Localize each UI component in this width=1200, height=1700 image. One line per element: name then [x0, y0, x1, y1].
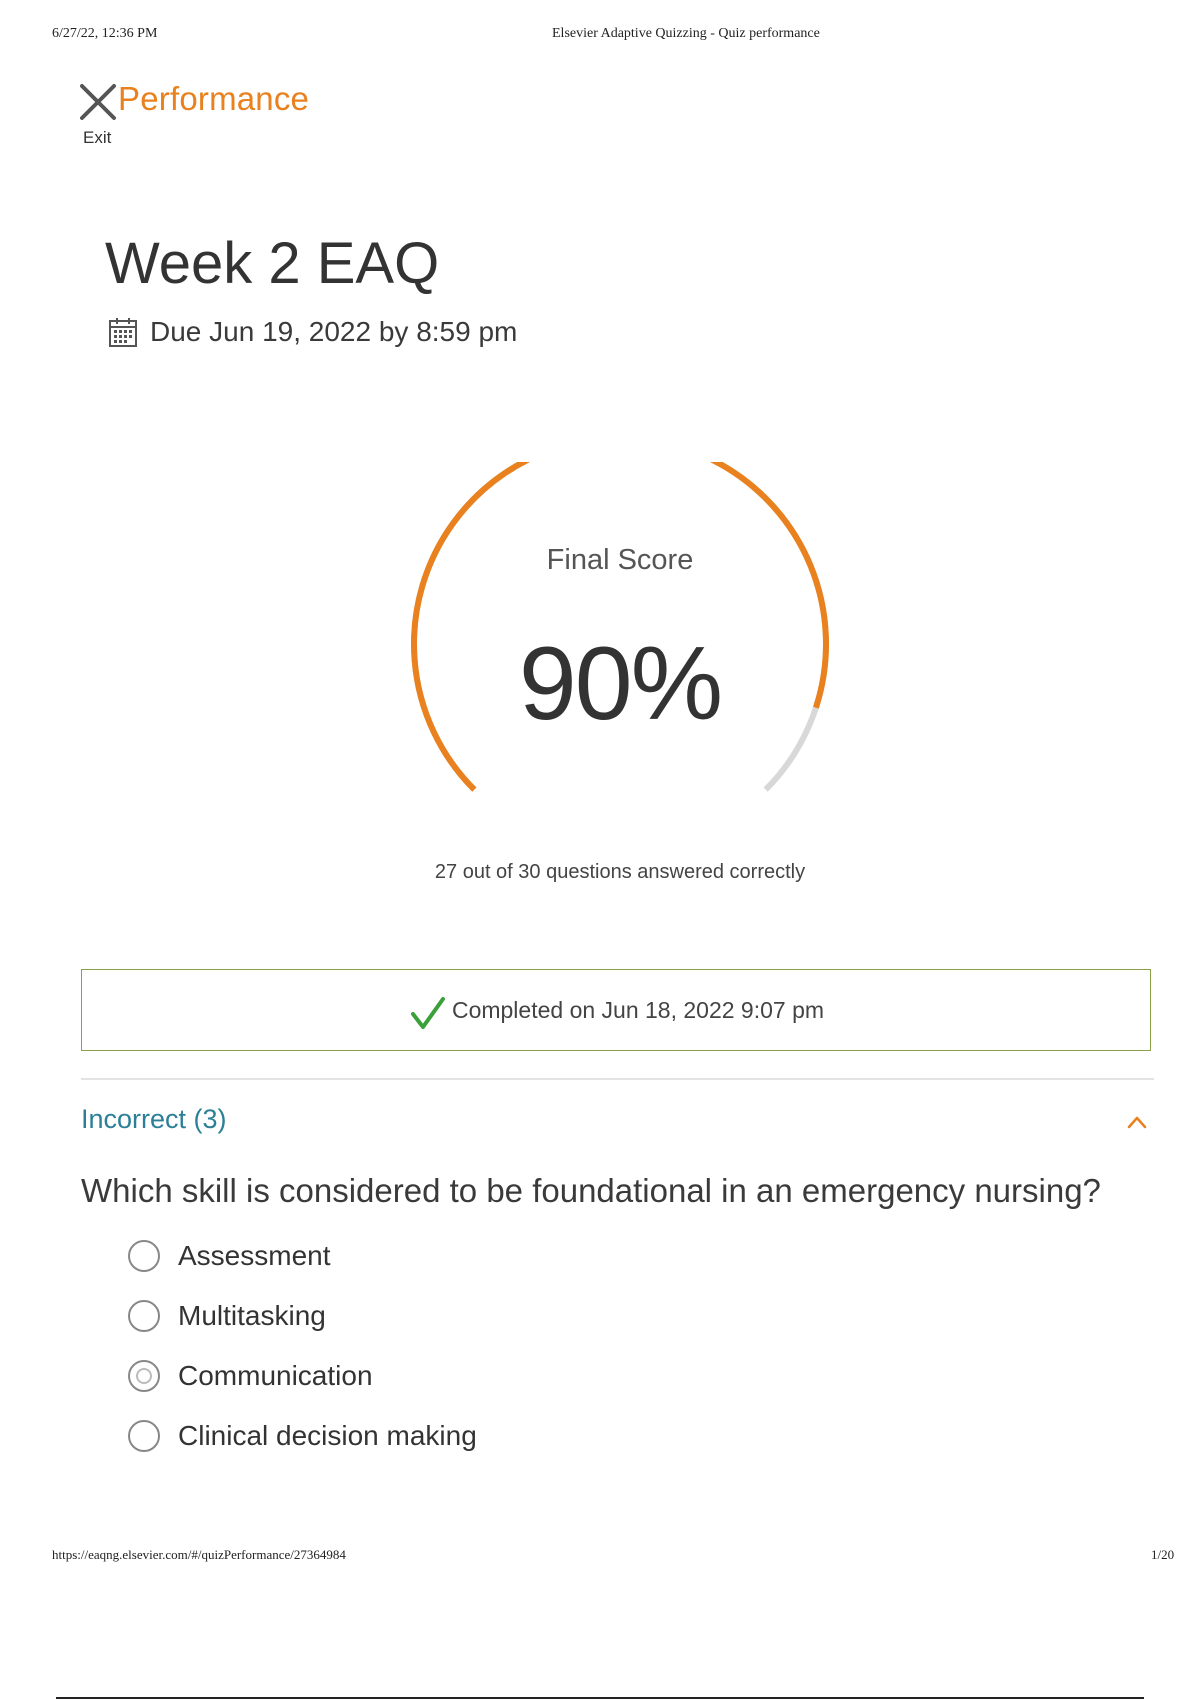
final-score-label: Final Score — [546, 544, 694, 576]
final-score-value: 90% — [518, 626, 723, 742]
completion-text: Completed on Jun 18, 2022 9:07 pm — [451, 996, 825, 1023]
exit-label: Exit — [83, 128, 112, 147]
answer-option-label: Assessment — [178, 1240, 331, 1271]
check-icon — [410, 997, 445, 1029]
radio-button[interactable] — [128, 1240, 160, 1272]
answer-option[interactable]: Communication — [128, 1346, 477, 1406]
answer-option[interactable]: Assessment — [128, 1226, 477, 1286]
answer-option-label: Clinical decision making — [178, 1420, 477, 1451]
section-divider — [81, 1078, 1154, 1080]
question-text: Which skill is considered to be foundati… — [81, 1172, 1101, 1209]
due-date: Due Jun 19, 2022 by 8:59 pm — [108, 312, 517, 352]
incorrect-section-toggle[interactable]: Incorrect (3) — [81, 1104, 1154, 1144]
chevron-up-icon — [1127, 1116, 1147, 1129]
completion-banner: Completed on Jun 18, 2022 9:07 pm — [81, 969, 1151, 1051]
close-icon — [80, 84, 116, 120]
answer-option[interactable]: Multitasking — [128, 1286, 477, 1346]
incorrect-section-label: Incorrect (3) — [81, 1104, 227, 1134]
correct-count-text: 27 out of 30 questions answered correctl… — [434, 861, 806, 883]
radio-button[interactable] — [128, 1420, 160, 1452]
score-gauge: Final Score 90% 27 out of 30 questions a… — [385, 462, 855, 883]
calendar-icon — [109, 318, 137, 347]
page-bottom-rule — [56, 1697, 1144, 1699]
print-url: https://eaqng.elsevier.com/#/quizPerform… — [52, 1547, 346, 1562]
answer-option-label: Communication — [178, 1360, 373, 1391]
answer-option-label: Multitasking — [178, 1300, 326, 1331]
answer-option[interactable]: Clinical decision making — [128, 1406, 477, 1466]
radio-button[interactable] — [128, 1360, 160, 1392]
print-page-number: 1/20 — [1151, 1547, 1175, 1562]
print-page-title: Elsevier Adaptive Quizzing - Quiz perfor… — [552, 26, 820, 41]
answer-options: Assessment Multitasking Communication Cl… — [128, 1226, 477, 1466]
print-datetime: 6/27/22, 12:36 PM — [52, 26, 158, 41]
page-title: Performance — [118, 80, 310, 117]
due-text: Due Jun 19, 2022 by 8:59 pm — [150, 316, 518, 347]
radio-button[interactable] — [128, 1300, 160, 1332]
quiz-title: Week 2 EAQ — [105, 231, 440, 296]
